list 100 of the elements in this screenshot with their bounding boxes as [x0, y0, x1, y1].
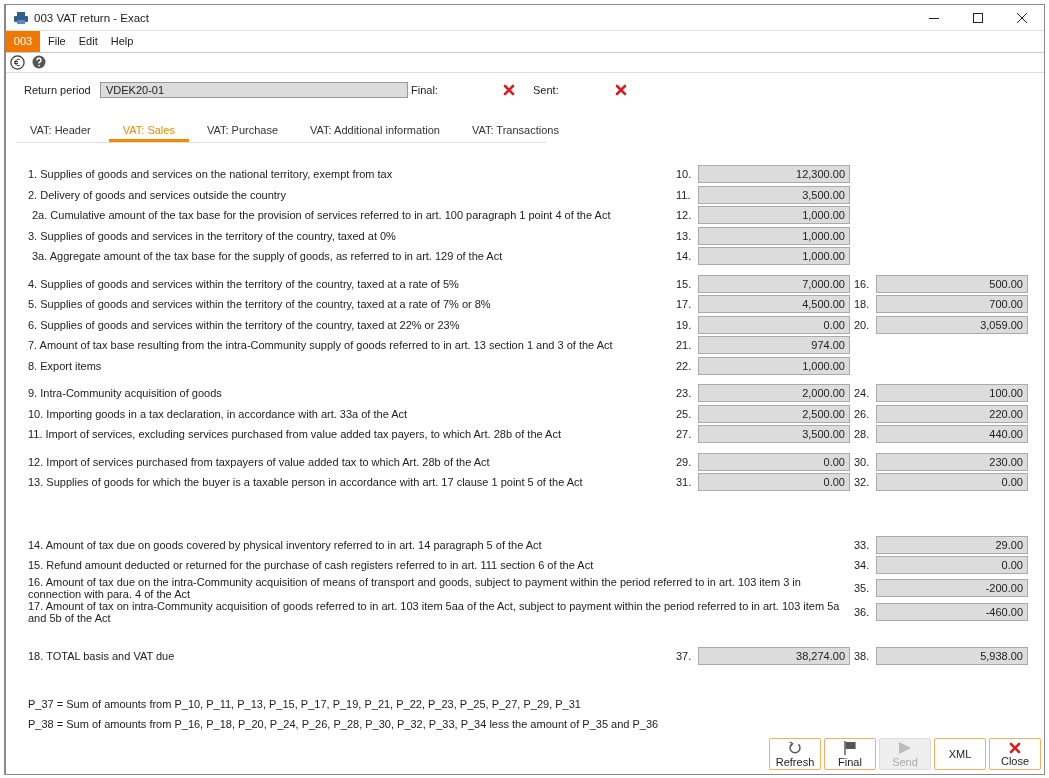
box-number: 37.	[676, 649, 693, 662]
box-number: 32.	[854, 476, 871, 489]
box-number: 19.	[676, 318, 693, 331]
line-item-label: 8. Export items	[28, 359, 103, 372]
box-number: 26.	[854, 407, 871, 420]
amount-field[interactable]: 0.00	[876, 473, 1028, 492]
line-item-label: 9. Intra-Community acquisition of goods	[28, 387, 223, 400]
line-item-label: 3. Supplies of goods and services in the territory of the country, taxed at 0%	[28, 229, 397, 242]
line-item-label: 18. TOTAL basis and VAT due	[28, 649, 176, 662]
amount-field[interactable]: 7,000.00	[698, 274, 850, 293]
amount-field[interactable]: 230.00	[876, 452, 1028, 471]
euro-icon[interactable]	[10, 54, 25, 70]
box-number: 14.	[676, 250, 693, 263]
box-number: 30.	[854, 455, 871, 468]
tab[interactable]: VAT: Additional information	[296, 120, 454, 142]
window-title: 003 VAT return - Exact	[34, 11, 151, 24]
amount-field[interactable]: 1,000.00	[698, 356, 850, 375]
line-item-label: 13. Supplies of goods for which the buyer is a taxable person in accordance with art. 17 clause 1 point 5 of the Act	[28, 476, 584, 489]
box-number: 15.	[676, 277, 693, 290]
maximize-icon[interactable]	[973, 12, 983, 23]
box-number: 21.	[676, 339, 693, 352]
amount-field[interactable]: 3,500.00	[698, 185, 850, 204]
action-button[interactable]: XML	[934, 738, 986, 770]
printer-icon	[14, 11, 28, 24]
amount-field[interactable]: 100.00	[876, 384, 1028, 403]
box-number: 28.	[854, 428, 871, 441]
return-period-field[interactable]: VDEK20-01	[100, 82, 408, 99]
amount-field[interactable]: 12,300.00	[698, 165, 850, 184]
amount-field[interactable]: 38,274.00	[698, 646, 850, 665]
box-number: 17.	[676, 298, 693, 311]
line-item-label: 14. Amount of tax due on goods covered by physical inventory referred to in art. 14 paragraph 5 of the Act	[28, 538, 543, 551]
field-label: Return period	[24, 84, 92, 97]
box-number: 25.	[676, 407, 693, 420]
box-number: 27.	[676, 428, 693, 441]
line-item-label: 17. Amount of tax on intra-Community acquisition of goods referred to in art. 103 item 5aa of the Act, subject to payment within the period referred to in art. 103 item 5a and 5b of the Act	[28, 599, 841, 624]
formula-note: P_37 = Sum of amounts from P_10, P_11, P_13, P_15, P_17, P_19, P_21, P_22, P_23, P_25, P_27, P_29, P_31	[28, 698, 582, 712]
line-item-label: 6. Supplies of goods and services within the territory of the country, taxed at 22% or 23%	[28, 318, 461, 331]
amount-field[interactable]: 0.00	[876, 556, 1028, 575]
box-number: 33.	[854, 538, 871, 551]
box-number: 36.	[854, 605, 871, 618]
line-item-label: 2a. Cumulative amount of the tax base for the provision of services referred to in art. 100 paragraph 1 point 4 of the Act	[31, 209, 612, 222]
amount-field[interactable]: 1,000.00	[698, 206, 850, 225]
menu-item[interactable]: File	[43, 31, 71, 52]
line-item-label: 1. Supplies of goods and services on the national territory, exempt from tax	[28, 168, 394, 181]
tab[interactable]: VAT: Transactions	[457, 120, 573, 142]
box-number: 18.	[854, 298, 871, 311]
menu-item[interactable]: Help	[105, 31, 139, 52]
amount-field[interactable]: 220.00	[876, 404, 1028, 423]
flag-icon	[844, 740, 856, 755]
play-icon	[898, 740, 912, 755]
amount-field[interactable]: 29.00	[876, 535, 1028, 554]
close-icon[interactable]	[1017, 12, 1027, 23]
action-button[interactable]: Final	[824, 738, 876, 770]
box-number: 11.	[676, 188, 692, 201]
tab[interactable]: VAT: Purchase	[192, 120, 293, 142]
line-item-label: 7. Amount of tax base resulting from the intra-Community supply of goods referred to in art. 13 section 1 and 3 of the Act	[28, 339, 614, 352]
box-number: 20.	[854, 318, 871, 331]
menu-item[interactable]: Edit	[73, 31, 103, 52]
refresh-icon	[788, 740, 802, 755]
box-number: 22.	[676, 359, 693, 372]
line-item-label: 10. Importing goods in a tax declaration, in accordance with art. 33a of the Act	[28, 407, 409, 420]
line-item-label: 4. Supplies of goods and services within the territory of the country, taxed at a rate of 5%	[28, 277, 460, 290]
amount-field[interactable]: 2,500.00	[698, 404, 850, 423]
amount-field[interactable]: 440.00	[876, 425, 1028, 444]
box-number: 16.	[854, 277, 871, 290]
field-label: Final:	[411, 84, 439, 97]
amount-field[interactable]: 974.00	[698, 336, 850, 355]
amount-field[interactable]: 1,000.00	[698, 226, 850, 245]
amount-field[interactable]: 500.00	[876, 274, 1028, 293]
box-number: 29.	[676, 455, 693, 468]
box-number: 38.	[854, 649, 871, 662]
amount-field[interactable]: 0.00	[698, 315, 850, 334]
help-icon[interactable]	[32, 55, 46, 70]
box-number: 23.	[676, 387, 693, 400]
amount-field[interactable]: 2,000.00	[698, 384, 850, 403]
amount-field[interactable]: 700.00	[876, 295, 1028, 314]
cross-icon	[1009, 741, 1021, 754]
amount-field[interactable]: 0.00	[698, 452, 850, 471]
box-number: 24.	[854, 387, 871, 400]
amount-field[interactable]: 4,500.00	[698, 295, 850, 314]
action-button[interactable]: Close	[989, 738, 1041, 770]
amount-field[interactable]: 3,059.00	[876, 315, 1028, 334]
box-number: 13.	[676, 229, 693, 242]
line-item-label: 15. Refund amount deducted or returned for the purchase of cash registers referred to in art. 111 section 6 of the Act	[28, 559, 595, 572]
field-label: Sent:	[533, 84, 560, 97]
amount-field[interactable]: 3,500.00	[698, 425, 850, 444]
amount-field[interactable]: 5,938.00	[876, 646, 1028, 665]
action-button[interactable]: Refresh	[769, 738, 821, 770]
formula-note: P_38 = Sum of amounts from P_16, P_18, P_20, P_24, P_26, P_28, P_30, P_32, P_33, P_34 less the amount of P_35 and P_36	[28, 718, 660, 732]
line-item-label: 11. Import of services, excluding services purchased from value added tax payers, to which Art. 28b of the Act	[28, 428, 562, 441]
tab[interactable]: VAT: Header	[16, 120, 105, 142]
amount-field[interactable]: 1,000.00	[698, 247, 850, 266]
line-item-label: 16. Amount of tax due on the intra-Community acquisition of means of transport and goods, subject to payment within the period referred to in art. 103 item 3 in connection with para. 4 of the Act	[28, 575, 802, 600]
amount-field[interactable]: -200.00	[876, 578, 1028, 597]
line-item-label: 2. Delivery of goods and services outside the country	[28, 188, 288, 201]
amount-field[interactable]: 0.00	[698, 473, 850, 492]
line-item-label: 5. Supplies of goods and services within the territory of the country, taxed at a rate of 7% or 8%	[28, 298, 492, 311]
amount-field[interactable]: -460.00	[876, 602, 1028, 621]
line-item-label: 12. Import of services purchased from taxpayers of value added tax to which Art. 28b of the Act	[28, 455, 491, 468]
line-item-label: 3a. Aggregate amount of the tax base for the supply of goods, as referred to in art. 129 of the Act	[31, 250, 504, 263]
